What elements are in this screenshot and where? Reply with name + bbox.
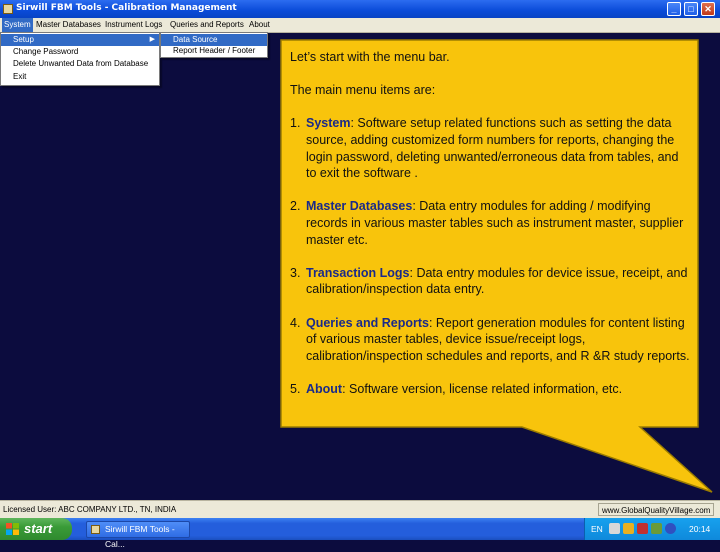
network-icon[interactable] [609,523,620,534]
point-text: : Software version, license related info… [342,381,623,396]
point-keyword: System [306,116,351,131]
point-body: About: Software version, license related… [306,381,690,398]
point-body: System: Software setup related functions… [306,115,690,181]
status-bar: Licensed User: ABC COMPANY LTD., TN, IND… [0,500,720,519]
start-button[interactable]: start [0,518,72,540]
website-status: www.GlobalQualityVillage.com [598,503,714,516]
point-number: 1. [290,116,301,131]
callout-point-queries-and-reports: 4. Queries and Reports: Report generatio… [290,315,690,365]
callout-point-transaction-logs: 3. Transaction Logs: Data entry modules … [290,265,690,298]
shield-icon[interactable] [623,523,634,534]
point-body: Queries and Reports: Report generation m… [306,315,690,365]
callout-lead: The main menu items are: [290,83,436,98]
callout-point-system: 1. System: Software setup related functi… [290,115,690,181]
antivirus-icon[interactable] [651,523,662,534]
language-indicator[interactable]: EN [591,524,603,534]
point-number: 3. [290,265,301,280]
point-keyword: About [306,381,343,396]
license-status: Licensed User: ABC COMPANY LTD., TN, IND… [3,505,177,514]
point-keyword: Queries and Reports [306,315,429,330]
taskbar: start Sirwill FBM Tools - Cal... EN 20:1… [0,518,720,549]
taskbar-app-label: Sirwill FBM Tools - Cal... [105,524,175,549]
callout-point-about: 5. About: Software version, license rela… [290,381,690,398]
point-body: Master Databases: Data entry modules for… [306,198,690,248]
callout-point-master-databases: 2. Master Databases: Data entry modules … [290,198,690,248]
point-number: 2. [290,199,301,214]
taskbar-app-button[interactable]: Sirwill FBM Tools - Cal... [86,521,190,549]
point-body: Transaction Logs: Data entry modules for… [306,265,690,298]
point-number: 5. [290,381,301,396]
app-icon [91,525,100,534]
windows-logo-icon [6,523,19,535]
point-text: : Software setup related functions such … [306,116,679,181]
security-alert-icon[interactable] [637,523,648,534]
point-number: 4. [290,315,301,330]
clock[interactable]: 20:14 [689,524,710,534]
point-keyword: Transaction Logs [306,265,410,280]
start-label: start [24,521,53,536]
callout-text: Let’s start with the menu bar. The main … [283,44,697,426]
bluetooth-icon[interactable] [665,523,676,534]
callout-intro: Let’s start with the menu bar. [290,50,450,64]
system-tray: EN 20:14 [584,518,720,540]
point-keyword: Master Databases [306,199,413,214]
